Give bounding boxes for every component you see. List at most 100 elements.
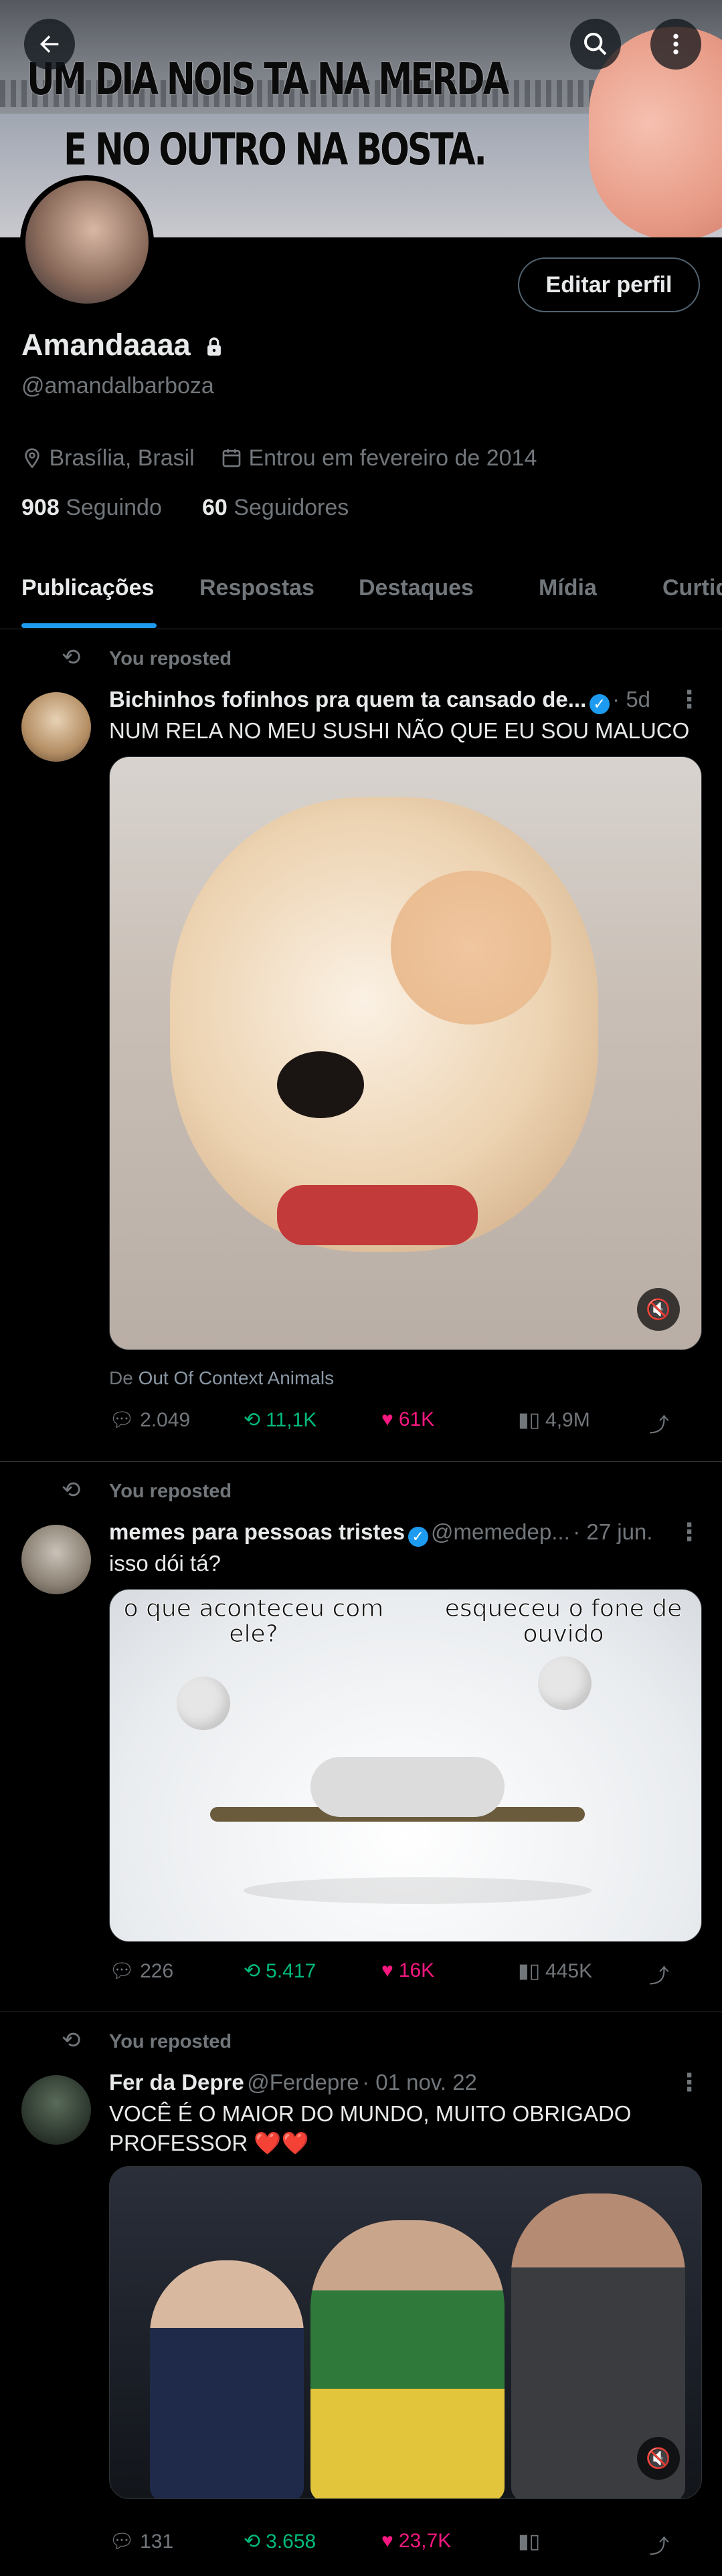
heart-icon: ♥ bbox=[381, 2530, 393, 2552]
post-author[interactable]: Fer da Depre bbox=[109, 2070, 244, 2095]
back-button[interactable] bbox=[24, 19, 75, 70]
active-tab-indicator bbox=[21, 623, 157, 628]
image-caption-left: o que aconteceu com ele? bbox=[123, 1595, 384, 1648]
search-icon bbox=[584, 33, 607, 56]
tab-destaques[interactable]: Destaques bbox=[359, 575, 474, 601]
like-button[interactable]: ♥ 23,7K bbox=[381, 2530, 451, 2553]
post-header: Fer da Depre @Ferdepre · 01 nov. 22 bbox=[109, 2070, 664, 2095]
mute-icon[interactable]: 🔇 bbox=[637, 2437, 680, 2480]
views-button[interactable]: ▮▯ bbox=[518, 2530, 545, 2553]
reply-button[interactable]: 💬︎ 131 bbox=[109, 2530, 173, 2553]
post-handle: @Ferdepre bbox=[247, 2070, 359, 2095]
banner-text-line1: UM DIA NOIS TA NA MERDA bbox=[27, 53, 509, 105]
reply-button[interactable]: 💬︎ 226 bbox=[109, 1959, 173, 1983]
repost-icon: ⟲ bbox=[62, 1477, 81, 1503]
reply-icon: 💬︎ bbox=[109, 2531, 135, 2553]
post-more-icon[interactable]: ⋮ bbox=[677, 2068, 701, 2097]
post-more-icon[interactable]: ⋮ bbox=[677, 1518, 701, 1546]
share-button[interactable]: ⤴ bbox=[649, 1959, 669, 1989]
repost-action-icon: ⟲ bbox=[244, 1409, 261, 1431]
post-handle: @memedep... bbox=[431, 1519, 570, 1544]
following-count: 908 bbox=[21, 495, 60, 520]
post-time: · 01 nov. 22 bbox=[362, 2070, 477, 2095]
post-header: Bichinhos fofinhos pra quem ta cansado d… bbox=[109, 687, 664, 714]
tab-publicacoes[interactable]: Publicações bbox=[21, 575, 154, 601]
source-prefix: De bbox=[109, 1368, 133, 1388]
views-icon: ▮▯ bbox=[518, 1960, 541, 1982]
source-name[interactable]: Out Of Context Animals bbox=[139, 1368, 335, 1388]
repost-label: You reposted bbox=[109, 648, 232, 669]
profile-location-row: Brasília, Brasil bbox=[21, 445, 195, 471]
figure-head-left bbox=[177, 1677, 230, 1730]
post-image[interactable]: o que aconteceu com ele? esqueceu o fone… bbox=[109, 1589, 702, 1942]
post-avatar[interactable] bbox=[21, 692, 91, 762]
more-vertical-icon bbox=[673, 33, 679, 55]
heart-icon: ♥ bbox=[381, 1408, 393, 1430]
profile-location: Brasília, Brasil bbox=[49, 445, 195, 471]
post-text: isso dói tá? bbox=[109, 1551, 221, 1576]
repost-action-icon: ⟲ bbox=[244, 2531, 261, 2553]
share-icon: ⤴ bbox=[649, 1965, 669, 1988]
repost-count: 3.658 bbox=[266, 2530, 317, 2553]
tab-midia[interactable]: Mídia bbox=[539, 575, 597, 601]
reply-button[interactable]: 💬︎ 2.049 bbox=[109, 1408, 190, 1432]
like-button[interactable]: ♥ 16K bbox=[381, 1959, 434, 1982]
post-source: De Out Of Context Animals bbox=[109, 1368, 334, 1389]
post-time: · 27 jun. bbox=[573, 1519, 653, 1544]
profile-joined: Entrou em fevereiro de 2014 bbox=[248, 445, 537, 471]
image-shadow bbox=[244, 1877, 592, 1904]
views-icon: ▮▯ bbox=[518, 2531, 541, 2553]
post-text: VOCÊ É O MAIOR DO MUNDO, MUITO OBRIGADO … bbox=[109, 2101, 632, 2155]
post-1[interactable]: ⟲ You reposted Bichinhos fofinhos pra qu… bbox=[0, 629, 722, 1461]
reply-count: 2.049 bbox=[140, 1408, 191, 1431]
post-3[interactable]: ⟲ You reposted Fer da Depre @Ferdepre · … bbox=[0, 2012, 722, 2576]
repost-button[interactable]: ⟲ 5.417 bbox=[244, 1959, 316, 1983]
video-person-center bbox=[310, 2220, 505, 2498]
repost-button[interactable]: ⟲ 11,1K bbox=[244, 1408, 317, 1432]
post-2[interactable]: ⟲ You reposted memes para pessoas triste… bbox=[0, 1462, 722, 2012]
post-video[interactable]: 🔇 bbox=[109, 2166, 702, 2499]
like-count: 23,7K bbox=[398, 2530, 452, 2552]
post-more-icon[interactable]: ⋮ bbox=[677, 685, 701, 714]
post-avatar[interactable] bbox=[21, 1525, 91, 1594]
repost-count: 5.417 bbox=[266, 1959, 317, 1982]
mute-icon[interactable]: 🔇 bbox=[637, 1288, 680, 1331]
views-button[interactable]: ▮▯ 4,9M bbox=[518, 1408, 590, 1432]
image-caption-right: esqueceu o fone de ouvido bbox=[444, 1595, 683, 1648]
post-avatar[interactable] bbox=[21, 2075, 91, 2145]
post-author[interactable]: memes para pessoas tristes bbox=[109, 1519, 405, 1544]
post-time: · 5d bbox=[612, 687, 651, 712]
post-text: NUM RELA NO MEU SUSHI NÃO QUE EU SOU MAL… bbox=[109, 718, 690, 743]
share-button[interactable]: ⤴ bbox=[649, 2530, 669, 2559]
profile-avatar[interactable] bbox=[20, 175, 154, 309]
repost-action-icon: ⟲ bbox=[244, 1960, 261, 1982]
video-dog-eye bbox=[277, 1051, 364, 1118]
video-sushi bbox=[277, 1185, 478, 1245]
repost-count: 11,1K bbox=[266, 1408, 317, 1431]
like-button[interactable]: ♥ 61K bbox=[381, 1408, 434, 1431]
repost-icon: ⟲ bbox=[62, 645, 81, 670]
more-options-button[interactable] bbox=[650, 19, 701, 70]
calendar-icon bbox=[222, 449, 241, 467]
share-icon: ⤴ bbox=[649, 1414, 669, 1436]
profile-name: Amandaaaa bbox=[21, 328, 191, 362]
reply-icon: 💬︎ bbox=[109, 1409, 135, 1431]
post-video[interactable]: 🔇 bbox=[109, 756, 702, 1350]
search-button[interactable] bbox=[570, 19, 621, 70]
following-label: Seguindo bbox=[66, 495, 162, 520]
like-count: 16K bbox=[398, 1959, 435, 1981]
edit-profile-button[interactable]: Editar perfil bbox=[518, 257, 700, 312]
post-header: memes para pessoas tristes ✓ @memedep...… bbox=[109, 1519, 664, 1547]
tab-respostas[interactable]: Respostas bbox=[199, 575, 314, 601]
views-button[interactable]: ▮▯ 445K bbox=[518, 1959, 592, 1983]
video-dog-ear bbox=[391, 871, 551, 1025]
location-pin-icon bbox=[25, 448, 39, 469]
post-author[interactable]: Bichinhos fofinhos pra quem ta cansado d… bbox=[109, 687, 586, 712]
share-button[interactable]: ⤴ bbox=[649, 1408, 669, 1438]
repost-button[interactable]: ⟲ 3.658 bbox=[244, 2530, 316, 2553]
video-person-left bbox=[150, 2260, 304, 2498]
heart-icon: ♥ bbox=[381, 1959, 393, 1981]
tab-curtidas[interactable]: Curtidas bbox=[662, 575, 722, 601]
following-link[interactable]: 908 Seguindo bbox=[21, 495, 162, 521]
followers-link[interactable]: 60 Seguidores bbox=[202, 495, 349, 521]
